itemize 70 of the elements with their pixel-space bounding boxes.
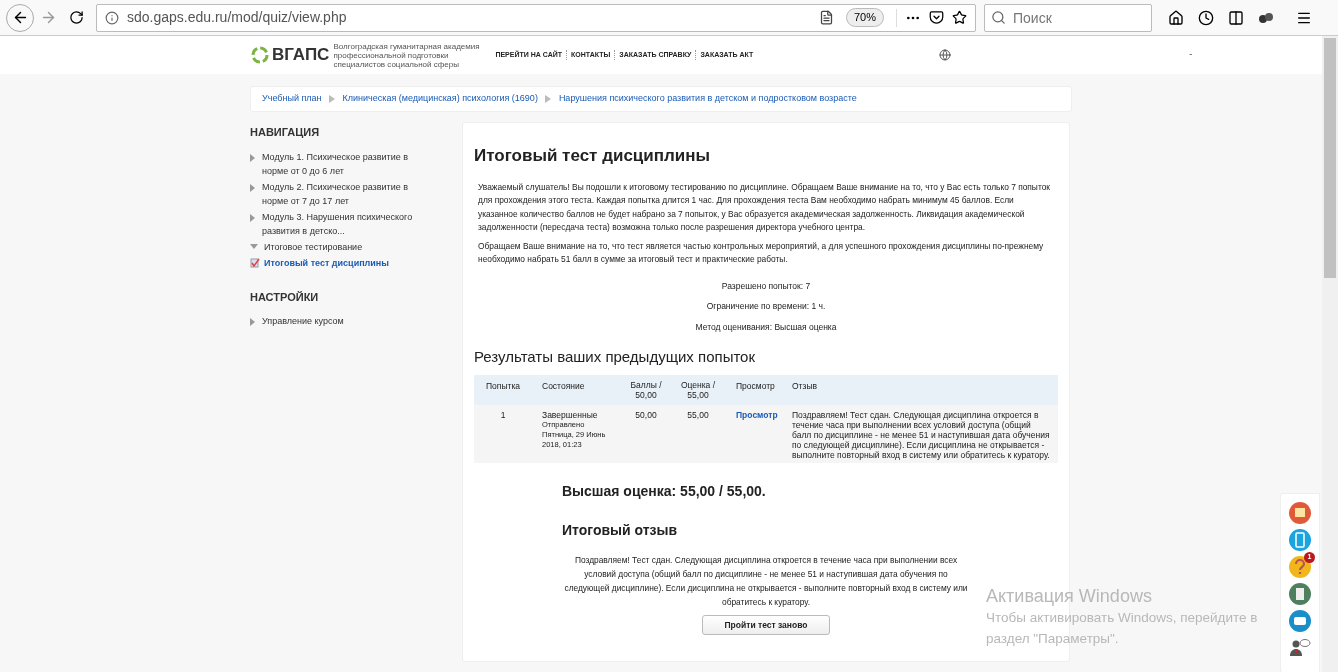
nav-item[interactable]: Управление курсом: [262, 314, 422, 328]
nav-item[interactable]: Модуль 2. Психическое развитие в норме от 7 до 17 лет: [262, 179, 422, 208]
breadcrumb-link[interactable]: Нарушения психического развития в детском и подростковом возрасте: [558, 92, 857, 106]
nav-item[interactable]: Модуль 3. Нарушения психического развития в детско...: [262, 209, 422, 238]
intro-paragraph: Обращаем Ваше внимание на то, что тест является частью контрольных мероприятий, а для успешного прохождения дисциплины по-прежнему необходимо набрать 51 балл в сумме за итоговый тест и практические работы.: [477, 239, 1045, 266]
forward-icon[interactable]: [40, 9, 57, 26]
navigation-heading: НАВИГАЦИЯ: [250, 125, 321, 140]
nav-item[interactable]: Итоговое тестирование: [264, 239, 424, 254]
address-bar[interactable]: sdo.gaps.edu.ru/mod/quiz/view.php 70%: [96, 3, 976, 32]
pocket-icon[interactable]: [929, 10, 944, 25]
best-grade-heading: Высшая оценка: 55,00 / 55,00.: [562, 482, 767, 502]
quiz-icon: [250, 257, 260, 268]
collapsed-arrow-icon: [250, 183, 256, 192]
history-icon[interactable]: [1198, 9, 1214, 26]
collapsed-arrow-icon: [250, 318, 256, 326]
chat-icon[interactable]: [1289, 610, 1311, 632]
intro-paragraph: Уважаемый слушатель! Вы подошли к итоговому тестированию по дисциплине. Обращаем Ваше внимание на то, что у Вас есть только 7 попыток для прохождения этого теста. Каждая попытка длится 1 час. Для прохождения теста Вам необходимо набрать минимум 45 баллов. Если указанное количество баллов не будет набрано за 7 попыток, у Вас образуется академическая задолженность. Ликвидация академической задолженности (пересдача теста) возможна только после разрешения директора учебного центра.: [477, 180, 1051, 234]
breadcrumb-separator-icon: [544, 95, 552, 103]
zoom-badge[interactable]: 70%: [845, 8, 884, 27]
globe-icon[interactable]: [939, 49, 952, 61]
column-header: Просмотр: [735, 380, 776, 394]
results-heading: Результаты ваших предыдущих попыток: [474, 346, 756, 367]
search-icon[interactable]: [991, 9, 1006, 25]
settings-heading: НАСТРОЙКИ: [250, 289, 320, 305]
page-title: Итоговый тест дисциплины: [474, 145, 712, 167]
breadcrumb-separator-icon: [328, 95, 336, 103]
column-header: Попытка: [484, 380, 522, 394]
quiz-info-text: Разрешено попыток: 7: [721, 279, 811, 293]
column-header: Оценка / 55,00: [679, 380, 717, 401]
quiz-info-text: Ограничение по времени: 1 ч.: [706, 300, 826, 313]
url-text: sdo.gaps.edu.ru/mod/quiz/view.php: [127, 8, 348, 27]
breadcrumb-link[interactable]: Клиническая (медицинская) психология (1690): [342, 92, 538, 106]
windows-activation-title: Активация Windows: [986, 585, 1153, 607]
logo-subtitle: Волгоградская гуманитарная академия профессиональной подготовки специалистов социальной сферы: [333, 41, 481, 69]
user-mark: -: [1189, 48, 1193, 62]
reload-icon[interactable]: [69, 10, 84, 25]
table-cell-text: 50,00: [634, 410, 658, 423]
reattempt-button[interactable]: Пройти тест заново: [702, 615, 830, 636]
table-cell-text: Поздравляем! Тест сдан. Следующая дисциплина откроется в течение часа при выполнении всех условий доступа (общий балл по дисциплине - не менее 51 и наступившая дата обучения по следующей дисциплине). Если дисциплина не открывается - выполните повторный вход в систему или обратитесь к куратору.: [791, 410, 1051, 461]
feedback-paragraph: Поздравляем! Тест сдан. Следующая дисциплина откроется в течение часа при выполнении всех условий доступа (общий балл по дисциплине - не менее 51 и наступившая дата обучения по следующей дисциплине). Если дисциплина не открывается - выполните повторный вход в систему или обратитесь к куратору.: [563, 554, 969, 610]
help-icon[interactable]: [1289, 556, 1311, 578]
document-icon[interactable]: [1289, 583, 1311, 605]
column-header: Баллы / 50,00: [629, 380, 663, 401]
extension-icon[interactable]: [1258, 10, 1274, 25]
info-icon[interactable]: [105, 10, 119, 25]
reader-icon[interactable]: [818, 10, 834, 25]
column-header: Состояние: [541, 380, 586, 394]
search-field[interactable]: Поиск: [984, 3, 1152, 32]
attempt-state: Завершенные: [542, 410, 599, 421]
table-cell-text: 55,00: [686, 410, 710, 423]
table-cell-text: 1: [499, 410, 507, 423]
breadcrumb-link[interactable]: Учебный план: [262, 92, 322, 106]
nav-item[interactable]: Модуль 1. Психическое развитие в норме от 0 до 6 лет: [262, 149, 422, 178]
logo-text[interactable]: ВГАПС: [272, 42, 330, 68]
column-header: Отзыв: [791, 380, 819, 394]
collapsed-arrow-icon: [250, 153, 256, 162]
review-link[interactable]: Просмотр: [736, 410, 778, 421]
windows-activation-text: Чтобы активировать Windows, перейдите в раздел "Параметры".: [986, 609, 1259, 648]
collapsed-arrow-icon: [250, 213, 256, 222]
home-icon[interactable]: [1168, 9, 1184, 26]
sidebar-icon[interactable]: [1228, 9, 1244, 26]
phone-icon[interactable]: [1289, 529, 1311, 551]
bookmark-icon[interactable]: [952, 10, 967, 25]
quiz-info-text: Метод оценивания: Высшая оценка: [695, 321, 837, 334]
nav-item[interactable]: Итоговый тест дисциплины: [264, 255, 389, 270]
mail-icon[interactable]: [1289, 502, 1311, 524]
person-icon[interactable]: [1289, 637, 1311, 657]
scrollbar[interactable]: [1322, 36, 1338, 672]
feedback-heading: Итоговый отзыв: [562, 521, 679, 541]
expanded-arrow-icon: [250, 243, 258, 250]
